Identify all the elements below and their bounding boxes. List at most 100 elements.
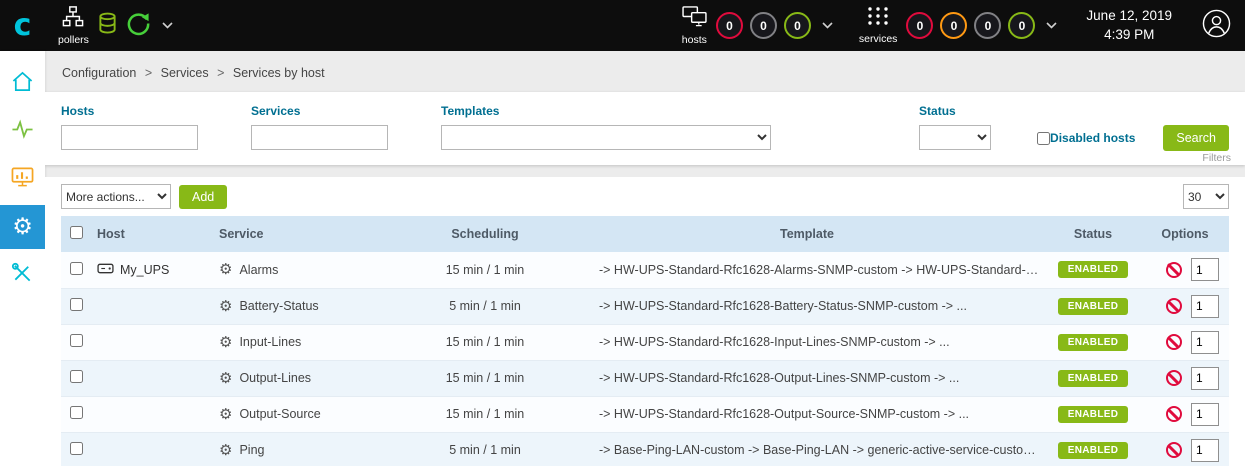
user-menu[interactable]	[1188, 9, 1245, 43]
disable-icon[interactable]	[1166, 370, 1182, 386]
hosts-icon	[682, 6, 707, 32]
more-actions-select[interactable]: More actions...	[61, 184, 171, 209]
row-checkbox[interactable]	[70, 262, 83, 275]
home-icon	[11, 70, 34, 97]
add-button[interactable]: Add	[179, 185, 227, 209]
hosts-filter-input[interactable]	[61, 125, 198, 150]
sidebar-item-configuration[interactable]: ⚙	[0, 205, 45, 249]
col-header-status[interactable]: Status	[1045, 216, 1141, 252]
sidebar: ⚙	[0, 51, 45, 466]
hosts-down-counter[interactable]: 0	[716, 12, 743, 39]
template-chain: -> HW-UPS-Standard-Rfc1628-Alarms-SNMP-c…	[569, 252, 1045, 288]
duplicate-count-input[interactable]	[1191, 439, 1219, 462]
table-header-row: Host Service Scheduling Template Status …	[61, 216, 1229, 252]
sidebar-item-home[interactable]	[0, 61, 45, 105]
breadcrumb-services[interactable]: Services	[161, 66, 209, 80]
services-status-group: services 0 0 0 0	[846, 6, 1071, 45]
breadcrumb: Configuration > Services > Services by h…	[45, 51, 1245, 92]
row-checkbox[interactable]	[70, 442, 83, 455]
template-chain: -> Base-Ping-LAN-custom -> Base-Ping-LAN…	[569, 432, 1045, 466]
service-name[interactable]: Ping	[239, 443, 264, 457]
duplicate-count-input[interactable]	[1191, 331, 1219, 354]
services-label: services	[859, 33, 898, 45]
pollers-menu[interactable]: pollers	[58, 6, 89, 46]
poller-status-group: pollers	[45, 6, 186, 46]
disable-icon[interactable]	[1166, 406, 1182, 422]
duplicate-count-input[interactable]	[1191, 367, 1219, 390]
disable-icon[interactable]	[1166, 442, 1182, 458]
services-critical-counter[interactable]: 0	[906, 12, 933, 39]
disable-icon[interactable]	[1166, 262, 1182, 278]
row-checkbox[interactable]	[70, 334, 83, 347]
row-checkbox[interactable]	[70, 406, 83, 419]
disabled-hosts-label[interactable]: Disabled hosts	[1050, 131, 1135, 145]
service-name[interactable]: Output-Lines	[239, 371, 311, 385]
breadcrumb-services-by-host[interactable]: Services by host	[233, 66, 325, 80]
latency-refresh-icon[interactable]	[126, 11, 151, 41]
service-gear-icon: ⚙	[219, 335, 232, 350]
breadcrumb-configuration[interactable]: Configuration	[62, 66, 136, 80]
duplicate-count-input[interactable]	[1191, 403, 1219, 426]
col-header-scheduling[interactable]: Scheduling	[401, 216, 569, 252]
service-name[interactable]: Alarms	[239, 263, 278, 277]
services-table: Host Service Scheduling Template Status …	[61, 216, 1229, 466]
disable-icon[interactable]	[1166, 334, 1182, 350]
duplicate-count-input[interactable]	[1191, 295, 1219, 318]
col-header-template[interactable]: Template	[569, 216, 1045, 252]
row-checkbox[interactable]	[70, 298, 83, 311]
col-header-options: Options	[1141, 216, 1229, 252]
scheduling-value: 5 min / 1 min	[401, 432, 569, 466]
user-icon	[1202, 9, 1231, 43]
chart-icon	[11, 166, 34, 193]
status-badge: ENABLED	[1058, 261, 1128, 278]
hosts-unreachable-counter[interactable]: 0	[750, 12, 777, 39]
select-all-checkbox[interactable]	[70, 226, 83, 239]
sidebar-item-administration[interactable]	[0, 253, 45, 297]
row-checkbox[interactable]	[70, 370, 83, 383]
templates-filter-label: Templates	[441, 104, 896, 118]
page-size-select[interactable]: 30	[1183, 184, 1229, 209]
services-icon	[867, 6, 889, 31]
hosts-up-counter[interactable]: 0	[784, 12, 811, 39]
table-row: ⚙ Battery-Status 5 min / 1 min -> HW-UPS…	[61, 288, 1229, 324]
templates-select[interactable]	[441, 125, 771, 150]
status-select[interactable]	[919, 125, 991, 150]
col-header-host[interactable]: Host	[91, 216, 213, 252]
disabled-hosts-checkbox[interactable]	[1037, 132, 1050, 145]
chevron-down-icon[interactable]	[162, 22, 173, 29]
chevron-down-icon[interactable]	[822, 22, 833, 29]
hosts-filter-group: Hosts	[61, 104, 251, 150]
col-header-service[interactable]: Service	[213, 216, 401, 252]
hosts-menu[interactable]: hosts	[682, 6, 707, 46]
service-name[interactable]: Battery-Status	[239, 299, 318, 313]
host-name[interactable]: My_UPS	[120, 263, 169, 277]
status-filter-label: Status	[919, 104, 1037, 118]
service-name[interactable]: Input-Lines	[239, 335, 301, 349]
services-filter-group: Services	[251, 104, 441, 150]
disable-icon[interactable]	[1166, 298, 1182, 314]
list-toolbar: More actions... Add 30	[61, 184, 1229, 216]
pulse-icon	[11, 118, 34, 145]
services-menu[interactable]: services	[859, 6, 898, 45]
database-status-icon[interactable]	[98, 12, 117, 40]
sidebar-item-reporting[interactable]	[0, 157, 45, 201]
search-button[interactable]: Search	[1163, 125, 1229, 151]
services-warning-counter[interactable]: 0	[940, 12, 967, 39]
breadcrumb-separator: >	[217, 66, 224, 80]
filters-caption: Filters	[1202, 152, 1231, 164]
sidebar-item-monitoring[interactable]	[0, 109, 45, 153]
table-row: ⚙ Output-Source 15 min / 1 min -> HW-UPS…	[61, 396, 1229, 432]
services-filter-label: Services	[251, 104, 441, 118]
status-badge: ENABLED	[1058, 406, 1128, 423]
breadcrumb-separator: >	[145, 66, 152, 80]
service-name[interactable]: Output-Source	[239, 407, 320, 421]
filter-panel: Hosts Services Templates Status	[45, 92, 1245, 165]
duplicate-count-input[interactable]	[1191, 258, 1219, 281]
chevron-down-icon[interactable]	[1046, 22, 1057, 29]
services-filter-input[interactable]	[251, 125, 388, 150]
centreon-logo[interactable]: c	[0, 11, 45, 41]
pollers-icon	[62, 6, 84, 32]
services-unknown-counter[interactable]: 0	[974, 12, 1001, 39]
services-ok-counter[interactable]: 0	[1008, 12, 1035, 39]
gear-icon: ⚙	[12, 216, 33, 239]
